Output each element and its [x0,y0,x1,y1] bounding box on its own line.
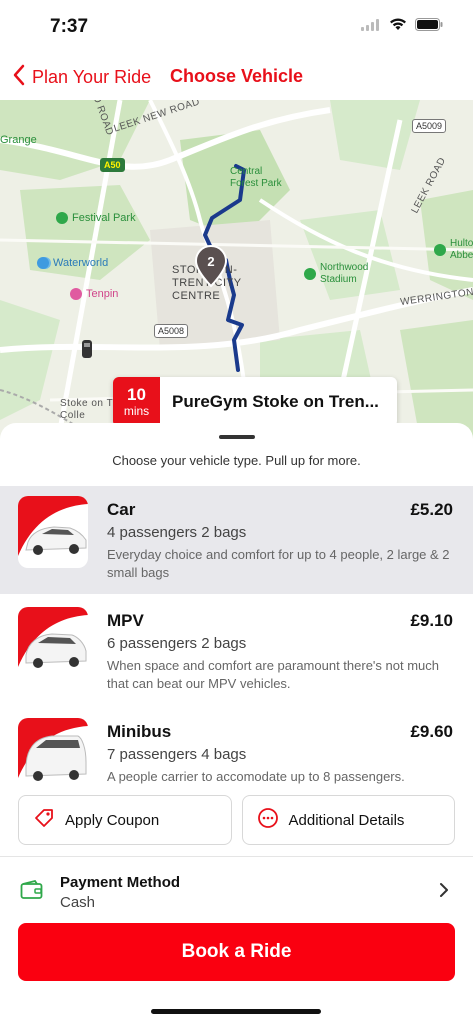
poi-tenpin: Tenpin [70,288,118,300]
northwood-line2: Stadium [320,274,357,285]
wifi-icon [389,18,407,36]
vehicle-capacity: 6 passengers 2 bags [107,635,247,652]
nav-header: Plan Your Ride Choose Vehicle [0,56,473,100]
poi-cfp-label: Central Forest Park [230,166,282,190]
vehicle-description: Everyday choice and comfort for up to 4 … [107,547,450,580]
wallet-icon [20,879,44,905]
car-image [18,496,88,568]
vehicle-description: When space and comfort are paramount the… [107,658,439,691]
divider [0,856,473,857]
vehicle-capacity: 4 passengers 2 bags [107,524,247,541]
apply-coupon-label: Apply Coupon [65,811,160,829]
back-button[interactable]: Plan Your Ride [12,64,151,91]
chevron-left-icon [12,64,26,91]
sheet-handle[interactable] [219,435,255,439]
bowling-icon [70,288,82,300]
vehicle-name: Minibus [107,722,172,741]
poi-waterworld-label: Waterworld [53,257,109,269]
status-icons [361,18,443,36]
mpv-image [18,607,88,679]
poi-tenpin-label: Tenpin [86,288,119,300]
vehicle-description: A people carrier to accomodate up to 8 p… [107,769,405,784]
cfp-line2: Forest Park [230,178,282,189]
status-time: 7:37 [50,16,89,37]
stoke-coll-line2: Colle [60,410,86,421]
northwood-label: Northwood Stadium [320,262,368,286]
map-pin-icon: 2 [194,244,228,288]
destination-marker[interactable]: 2 [194,244,228,288]
hulton-line2: Abbe [450,250,473,261]
stoke-coll-line1: Stoke on T [60,398,114,409]
road-shield-a50: A50 [100,158,125,172]
vehicle-capacity: 7 passengers 4 bags [107,746,247,763]
poi-central-forest-park: Central Forest Park [230,166,282,190]
hulton-line1: Hulto [450,238,473,249]
eta-card[interactable]: 10 mins PureGym Stoke on Tren... [113,377,397,427]
marker-count: 2 [207,254,214,269]
poi-grange-label: Grange [0,134,37,146]
vehicle-name: Car [107,500,136,519]
poi-waterworld: Waterworld [37,257,108,269]
poi-northwood-stadium: Northwood Stadium [304,262,368,286]
hulton-label: Hulto Abbe [450,238,473,262]
poi-grange: Grange [0,134,37,146]
northwood-line1: Northwood [320,262,369,273]
road-shield-a5009: A5009 [412,119,447,133]
sheet-hint: Choose your vehicle type. Pull up for mo… [112,453,361,468]
book-ride-button[interactable]: Book a Ride [18,923,455,981]
payment-method-row[interactable]: Payment Method Cash [0,864,473,914]
more-icon [257,807,279,833]
eta-unit: mins [123,404,150,418]
payment-method-value: Cash [60,894,96,911]
signal-icon [361,18,381,36]
home-indicator [151,1009,321,1014]
vehicle-option-mpv[interactable]: MPV £9.10 6 passengers 2 bags When space… [0,597,473,705]
swimming-icon [37,257,49,269]
landmark-icon [434,244,446,256]
stadium-icon [304,268,316,280]
back-label: Plan Your Ride [32,67,152,87]
battery-icon [415,18,443,36]
action-buttons: Apply Coupon Additional Details [18,795,455,845]
additional-details-label: Additional Details [288,811,405,829]
page-title: Choose Vehicle [170,66,304,86]
vehicle-name: MPV [107,611,144,630]
vehicle-option-minibus[interactable]: Minibus £9.60 7 passengers 4 bags A peop… [0,708,473,786]
vehicle-sheet: Choose your vehicle type. Pull up for mo… [0,423,473,1024]
destination-name: PureGym Stoke on Tren... [172,392,379,411]
chevron-right-icon [439,882,449,903]
city-centre-line3: CENTRE [172,290,221,302]
eta-badge: 10 mins [113,377,160,427]
apply-coupon-button[interactable]: Apply Coupon [18,795,232,845]
park-icon [56,212,68,224]
poi-festival-park-label: Festival Park [72,212,136,224]
vehicle-list[interactable]: Car £5.20 4 passengers 2 bags Everyday c… [0,486,473,786]
eta-value: 10 [127,385,146,404]
vehicle-price: £9.60 [410,722,453,741]
road-shield-a5008: A5008 [154,324,189,338]
poi-hulton-abbey: Hulto Abbe [434,238,473,262]
payment-method-title: Payment Method [60,874,181,891]
minibus-image [18,718,88,786]
poi-festival-park: Festival Park [56,212,136,224]
status-bar: 7:37 [0,0,473,50]
map-label-stoke-college: Stoke on T Colle [60,398,113,422]
tag-icon [33,807,55,833]
vehicle-price: £5.20 [410,500,453,519]
vehicle-price: £9.10 [410,611,453,630]
cfp-line1: Central [230,166,263,177]
vehicle-option-car[interactable]: Car £5.20 4 passengers 2 bags Everyday c… [0,486,473,594]
additional-details-button[interactable]: Additional Details [241,795,455,845]
